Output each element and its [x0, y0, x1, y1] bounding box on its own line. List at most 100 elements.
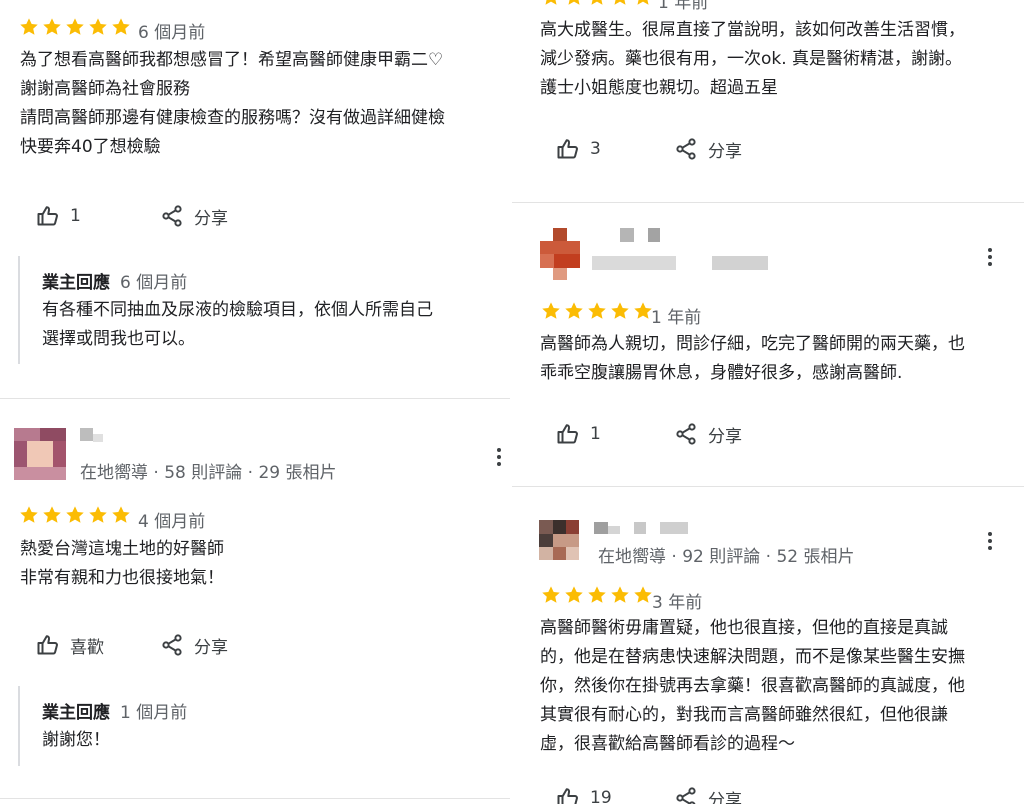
avatar[interactable] [540, 228, 580, 280]
review-time: 3 年前 [652, 593, 703, 613]
like-label: 喜歡 [70, 637, 104, 658]
star-icon [110, 504, 132, 526]
star-icon [632, 584, 654, 606]
owner-reply-header: 業主回應 1 個月前 [42, 698, 187, 723]
star-icon [110, 16, 132, 38]
star-icon [563, 300, 585, 322]
star-icon [609, 300, 631, 322]
star-icon [586, 584, 608, 606]
more-options-icon[interactable] [495, 446, 503, 468]
owner-reply-line: 選擇或問我也可以。 [42, 329, 195, 349]
owner-reply-bar [18, 686, 20, 766]
star-icon [18, 504, 40, 526]
thumbs-up-icon [556, 422, 580, 446]
share-button[interactable]: 分享 [674, 135, 742, 163]
like-button[interactable]: 19 [556, 784, 612, 804]
review-text: 為了想看高醫師我都想感冒了！希望高醫師健康甲霸二♡ 謝謝高醫師為社會服務 請問高… [20, 46, 445, 162]
owner-reply-text: 有各種不同抽血及尿液的檢驗項目，依個人所需自己 選擇或問我也可以。 [42, 296, 433, 354]
reviewer-name-redacted [594, 522, 608, 534]
review-text-line: 為了想看高醫師我都想感冒了！希望高醫師健康甲霸二♡ [20, 50, 444, 70]
share-icon [160, 633, 184, 657]
share-button[interactable]: 分享 [674, 784, 742, 804]
star-icon [609, 0, 631, 8]
owner-reply-time: 1 個月前 [120, 703, 188, 723]
star-icon [41, 16, 63, 38]
review-text-line: 謝謝高醫師為社會服務 [20, 79, 190, 99]
owner-reply-line: 有各種不同抽血及尿液的檢驗項目，依個人所需自己 [42, 300, 433, 320]
like-button[interactable]: 3 [556, 135, 601, 163]
owner-reply-header: 業主回應 6 個月前 [42, 268, 187, 293]
reviewer-name-redacted [93, 434, 103, 442]
divider [512, 202, 1024, 203]
star-rating [18, 504, 133, 526]
star-icon [563, 0, 585, 8]
review-time: 6 個月前 [138, 23, 206, 43]
owner-reply-line: 謝謝您！ [42, 730, 110, 750]
avatar[interactable] [14, 428, 66, 480]
review-text-line: 虛，很喜歡給高醫師看診的過程～ [540, 734, 795, 754]
review-text-line: 護士小姐態度也親切。超過五星 [540, 78, 778, 98]
owner-reply-text: 謝謝您！ [42, 726, 110, 755]
reviewer-name-redacted [634, 522, 646, 534]
divider [0, 798, 512, 799]
star-icon [87, 504, 109, 526]
more-options-icon[interactable] [986, 246, 994, 268]
like-count: 1 [70, 206, 81, 226]
share-label: 分享 [194, 637, 228, 658]
star-rating [18, 16, 133, 38]
share-button[interactable]: 分享 [160, 202, 228, 230]
review-text-line: 的，他是在替病患快速解決問題，而不是像某些醫生安撫 [540, 647, 965, 667]
thumbs-up-icon [36, 633, 60, 657]
like-button[interactable]: 喜歡 [36, 631, 104, 659]
like-count: 3 [590, 139, 601, 159]
share-icon [674, 422, 698, 446]
owner-reply-time: 6 個月前 [120, 273, 188, 293]
review-time: 1 年前 [651, 308, 702, 328]
reviews-column-left: 6 個月前 為了想看高醫師我都想感冒了！希望高醫師健康甲霸二♡ 謝謝高醫師為社會… [0, 0, 512, 804]
review-time: 1 年前 [658, 0, 709, 13]
review-text-line: 高醫師醫術毋庸置疑，他也很直接，但他的直接是真誠 [540, 618, 948, 638]
star-icon [18, 16, 40, 38]
star-icon [609, 584, 631, 606]
share-label: 分享 [194, 208, 228, 229]
star-icon [87, 16, 109, 38]
review-text-line: 你，然後你在掛號再去拿藥！很喜歡高醫師的真誠度，他 [540, 676, 965, 696]
share-button[interactable]: 分享 [674, 420, 742, 448]
reviewer-name-redacted [620, 228, 634, 242]
reviewer-name-redacted [660, 522, 688, 534]
owner-reply-label: 業主回應 [42, 703, 110, 723]
avatar[interactable] [539, 520, 579, 560]
owner-reply-bar [18, 256, 20, 364]
review-text-line: 高醫師為人親切，問診仔細，吃完了醫師開的兩天藥，也 [540, 334, 965, 354]
owner-reply-label: 業主回應 [42, 273, 110, 293]
reviewer-name-redacted [648, 228, 660, 242]
share-icon [674, 137, 698, 161]
review-text-line: 熱愛台灣這塊土地的好醫師 [20, 539, 224, 559]
thumbs-up-icon [36, 204, 60, 228]
like-button[interactable]: 1 [36, 202, 81, 230]
reviewer-name-redacted [592, 256, 676, 270]
reviewer-meta: 在地嚮導 · 92 則評論 · 52 張相片 [598, 547, 855, 567]
like-count: 1 [590, 424, 601, 444]
thumbs-up-icon [556, 137, 580, 161]
thumbs-up-icon [556, 786, 580, 804]
review-text: 熱愛台灣這塊土地的好醫師 非常有親和力也很接地氣！ [20, 535, 224, 593]
review-text-line: 請問高醫師那邊有健康檢查的服務嗎？沒有做過詳細健檢 [20, 108, 445, 128]
star-icon [540, 584, 562, 606]
star-rating [540, 0, 655, 8]
star-icon [64, 16, 86, 38]
share-icon [160, 204, 184, 228]
star-icon [563, 584, 585, 606]
review-text: 高大成醫生。很屌直接了當說明，該如何改善生活習慣， 減少發病。藥也很有用，一次o… [540, 16, 965, 103]
review-text: 高醫師醫術毋庸置疑，他也很直接，但他的直接是真誠 的，他是在替病患快速解決問題，… [540, 614, 965, 759]
reviewer-name-redacted [80, 428, 93, 441]
like-button[interactable]: 1 [556, 420, 601, 448]
star-icon [540, 0, 562, 8]
like-count: 19 [590, 788, 612, 804]
review-text-line: 非常有親和力也很接地氣！ [20, 568, 224, 588]
divider [512, 486, 1024, 487]
share-button[interactable]: 分享 [160, 631, 228, 659]
more-options-icon[interactable] [986, 530, 994, 552]
review-text-line: 減少發病。藥也很有用，一次ok. 真是醫術精湛，謝謝。 [540, 49, 963, 69]
reviewer-meta: 在地嚮導 · 58 則評論 · 29 張相片 [80, 463, 337, 483]
